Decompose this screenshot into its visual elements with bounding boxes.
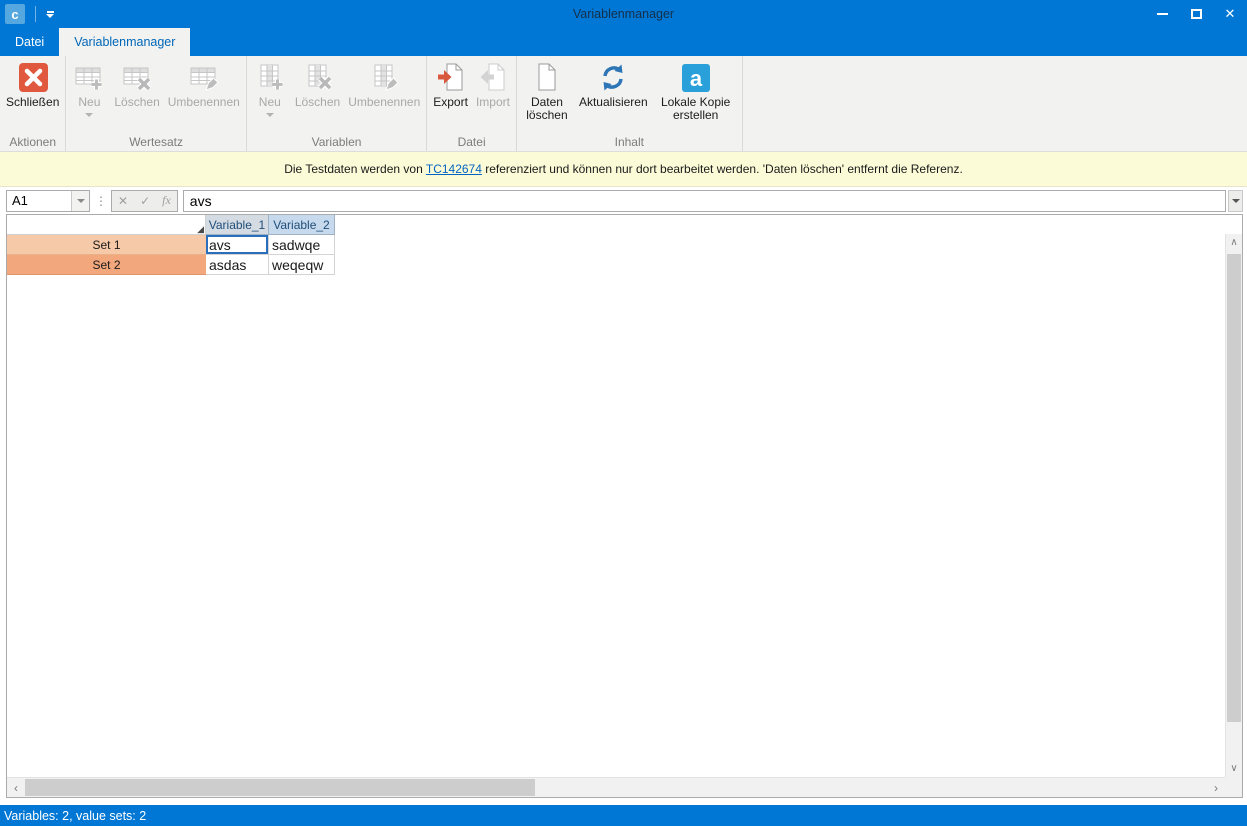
title-bar: c Variablenmanager ✕ <box>0 0 1247 28</box>
wertesatz-neu-button[interactable]: Neu <box>68 59 110 133</box>
testcase-link[interactable]: TC142674 <box>426 162 482 176</box>
svg-text:a: a <box>690 66 703 91</box>
column-delete-icon <box>302 62 334 96</box>
close-red-icon <box>17 62 49 96</box>
notice-text-prefix: Die Testdaten werden von <box>284 162 426 176</box>
ribbon-group-variablen: Neu Löschen Umbenennen Variablen <box>247 56 427 151</box>
daten-loeschen-button[interactable]: Daten löschen <box>519 59 575 133</box>
close-window-button[interactable]: ✕ <box>1213 0 1247 28</box>
export-button[interactable]: Export <box>429 59 472 133</box>
maximize-button[interactable] <box>1179 0 1213 28</box>
name-box-dropdown-button[interactable] <box>71 191 89 211</box>
app-icon[interactable]: c <box>5 4 25 24</box>
group-label-variablen: Variablen <box>247 135 426 149</box>
confirm-entry-icon[interactable]: ✓ <box>140 194 150 208</box>
scroll-down-icon[interactable]: ∨ <box>1226 760 1242 777</box>
dropdown-arrow-icon <box>266 113 274 117</box>
column-rename-icon <box>368 62 400 96</box>
scroll-right-icon[interactable]: › <box>1207 778 1225 797</box>
scrollbar-corner <box>1225 777 1242 797</box>
column-header-variable-1[interactable]: Variable_1 <box>206 215 269 235</box>
ribbon-group-inhalt: Daten löschen Aktualisieren a Lokale Kop… <box>517 56 743 151</box>
wertesatz-loeschen-button[interactable]: Löschen <box>110 59 163 133</box>
lokale-kopie-erstellen-button[interactable]: a Lokale Kopie erstellen <box>652 59 740 133</box>
horizontal-scrollbar[interactable]: ‹ › <box>7 777 1225 797</box>
maximize-icon <box>1191 9 1202 19</box>
chevron-down-icon <box>77 199 85 203</box>
titlebar-separator <box>35 6 36 22</box>
formula-bar-splitter[interactable]: ⋮ <box>95 194 106 208</box>
reference-notice-bar: Die Testdaten werden von TC142674 refere… <box>0 152 1247 187</box>
formula-action-buttons: ✕ ✓ fx <box>111 190 178 212</box>
close-icon: ✕ <box>1225 6 1236 22</box>
scroll-up-icon[interactable]: ∧ <box>1226 234 1242 251</box>
ribbon-group-wertesatz: Neu Löschen Umbenennen Wertesatz <box>66 56 246 151</box>
cell-reference-input[interactable] <box>7 193 71 208</box>
table-delete-icon <box>121 62 153 96</box>
variables-grid: ◢ Variable_1 Variable_2 Set 1 avs sadwqe… <box>7 215 335 275</box>
formula-bar-expand-button[interactable] <box>1228 190 1243 212</box>
export-icon <box>435 62 467 96</box>
tosca-logo-icon: a <box>680 62 712 96</box>
insert-function-icon[interactable]: fx <box>162 193 171 208</box>
schliessen-button[interactable]: Schließen <box>2 59 63 133</box>
select-all-corner[interactable]: ◢ <box>7 215 206 235</box>
column-add-icon <box>254 62 286 96</box>
select-all-triangle-icon: ◢ <box>197 224 204 235</box>
minimize-icon <box>1157 13 1168 15</box>
variablenmanager-window: c Variablenmanager ✕ Datei Variablenmana… <box>0 0 1247 826</box>
variablen-loeschen-button[interactable]: Löschen <box>291 59 344 133</box>
vertical-scrollbar[interactable]: ∧ ∨ <box>1225 234 1242 777</box>
cell-b1[interactable]: sadwqe <box>269 235 335 255</box>
notice-text-suffix: referenziert und können nur dort bearbei… <box>482 162 963 176</box>
tab-datei[interactable]: Datei <box>0 28 59 56</box>
group-label-datei: Datei <box>427 135 516 149</box>
cell-a2[interactable]: asdas <box>206 255 269 275</box>
chevron-down-icon <box>1232 199 1240 203</box>
cell-b2[interactable]: weqeqw <box>269 255 335 275</box>
row-header-set-1[interactable]: Set 1 <box>7 235 206 255</box>
dropdown-arrow-icon <box>85 113 93 117</box>
variablen-umbenennen-button[interactable]: Umbenennen <box>344 59 424 133</box>
group-label-aktionen: Aktionen <box>0 135 65 149</box>
spreadsheet-panel: ◢ Variable_1 Variable_2 Set 1 avs sadwqe… <box>6 214 1243 798</box>
import-button[interactable]: Import <box>472 59 514 133</box>
ribbon-tab-row: Datei Variablenmanager <box>0 28 1247 56</box>
scroll-left-icon[interactable]: ‹ <box>7 778 25 797</box>
refresh-icon <box>597 62 629 96</box>
formula-input[interactable] <box>184 191 1225 211</box>
cancel-entry-icon[interactable]: ✕ <box>118 194 128 208</box>
group-label-inhalt: Inhalt <box>517 135 742 149</box>
quick-access-dropdown-icon[interactable] <box>46 11 54 18</box>
formula-bar: ⋮ ✕ ✓ fx <box>0 187 1247 214</box>
wertesatz-umbenennen-button[interactable]: Umbenennen <box>164 59 244 133</box>
row-header-set-2[interactable]: Set 2 <box>7 255 206 275</box>
formula-input-wrapper <box>183 190 1226 212</box>
horizontal-scrollbar-thumb[interactable] <box>25 779 535 796</box>
cell-a1-selected[interactable]: avs <box>206 235 269 255</box>
tab-variablenmanager[interactable]: Variablenmanager <box>59 28 190 56</box>
minimize-button[interactable] <box>1145 0 1179 28</box>
ribbon-group-datei: Export Import Datei <box>427 56 517 151</box>
variablen-neu-button[interactable]: Neu <box>249 59 291 133</box>
column-header-variable-2[interactable]: Variable_2 <box>269 215 335 235</box>
window-title: Variablenmanager <box>0 7 1247 21</box>
group-label-wertesatz: Wertesatz <box>66 135 245 149</box>
cell-name-box[interactable] <box>6 190 90 212</box>
status-bar: Variables: 2, value sets: 2 <box>0 805 1247 826</box>
vertical-scrollbar-thumb[interactable] <box>1227 254 1241 722</box>
aktualisieren-button[interactable]: Aktualisieren <box>575 59 652 133</box>
ribbon: Schließen Aktionen Neu Lösc <box>0 56 1247 152</box>
blank-page-icon <box>531 62 563 96</box>
import-icon <box>477 62 509 96</box>
ribbon-group-aktionen: Schließen Aktionen <box>0 56 66 151</box>
status-text: Variables: 2, value sets: 2 <box>4 809 146 823</box>
window-controls: ✕ <box>1145 0 1247 28</box>
table-add-icon <box>73 62 105 96</box>
table-rename-icon <box>188 62 220 96</box>
